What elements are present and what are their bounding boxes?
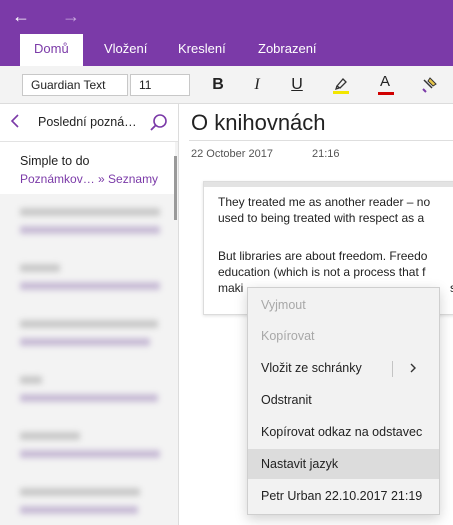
page-date: 22 October 2017 (191, 148, 273, 160)
menu-separator (392, 361, 393, 377)
list-item-title: Simple to do (20, 154, 90, 168)
font-color-button[interactable]: A (375, 73, 397, 96)
formatting-toolbar: Guardian Text 11 B I U A (0, 66, 453, 104)
font-size-field[interactable]: 11 (130, 74, 190, 96)
list-item-location: Poznámkov… » Seznamy (20, 172, 159, 186)
tab-zobrazeni[interactable]: Zobrazení (244, 34, 331, 66)
format-painter-icon[interactable] (418, 74, 440, 96)
chevron-left-icon[interactable] (10, 113, 20, 134)
page-time: 21:16 (312, 148, 340, 160)
tab-kresleni[interactable]: Kreslení (164, 34, 240, 66)
back-arrow-icon[interactable]: ← (12, 6, 30, 26)
ribbon-tabs: Domů Vložení Kreslení Zobrazení (0, 34, 453, 66)
recent-notes-sidebar: Poslední pozná… Simple to do Poznámkov… … (0, 104, 179, 525)
highlighter-icon[interactable] (330, 74, 352, 96)
sidebar-header: Poslední pozná… (0, 104, 178, 142)
menu-item-cut[interactable]: Vyjmout (248, 290, 439, 320)
paragraph-line[interactable]: maki (218, 280, 243, 296)
bold-button[interactable]: B (207, 74, 229, 96)
menu-item-copy-link[interactable]: Kopírovat odkaz na odstavec (248, 417, 439, 447)
paragraph-line[interactable]: used to being treated with respect as a (218, 210, 424, 226)
font-color-glyph: A (380, 73, 391, 90)
title-bar: ← → (0, 0, 453, 34)
sidebar-scrollbar[interactable] (174, 156, 177, 220)
list-item-blurred[interactable] (20, 262, 165, 302)
menu-item-copy[interactable]: Kopírovat (248, 321, 439, 351)
paragraph-line[interactable]: They treated me as another reader – no (218, 194, 430, 210)
note-container-handle[interactable] (204, 182, 453, 187)
paragraph-line[interactable]: education (which is not a process that f (218, 264, 425, 280)
underline-button[interactable]: U (286, 74, 308, 96)
italic-button[interactable]: I (246, 74, 268, 96)
menu-item-author-info[interactable]: Petr Urban 22.10.2017 21:19 (248, 481, 439, 511)
menu-item-set-language[interactable]: Nastavit jazyk (248, 449, 439, 479)
paragraph-line[interactable]: But libraries are about freedom. Freedo (218, 248, 427, 264)
list-item-blurred[interactable] (20, 374, 165, 414)
menu-item-paste-label: Vložit ze schránky (261, 361, 362, 375)
page-title[interactable]: O knihovnách (191, 110, 326, 136)
menu-item-delete[interactable]: Odstranit (248, 385, 439, 415)
font-name-field[interactable]: Guardian Text (22, 74, 128, 96)
context-menu: Vyjmout Kopírovat Vložit ze schránky Ods… (247, 287, 440, 515)
font-color-bar (378, 92, 394, 95)
title-divider (189, 140, 453, 141)
search-icon[interactable] (148, 112, 170, 134)
list-item-blurred[interactable] (20, 430, 165, 470)
list-item-blurred[interactable] (20, 206, 165, 246)
list-item-selected[interactable]: Simple to do Poznámkov… » Seznamy (0, 142, 175, 194)
menu-item-paste[interactable]: Vložit ze schránky (248, 353, 439, 383)
forward-arrow-icon[interactable]: → (62, 6, 80, 26)
sidebar-title: Poslední pozná… (38, 115, 137, 129)
tab-vlozeni[interactable]: Vložení (90, 34, 161, 66)
tab-domu[interactable]: Domů (20, 34, 83, 66)
list-item-blurred[interactable] (20, 318, 165, 358)
list-item-blurred[interactable] (20, 486, 165, 525)
